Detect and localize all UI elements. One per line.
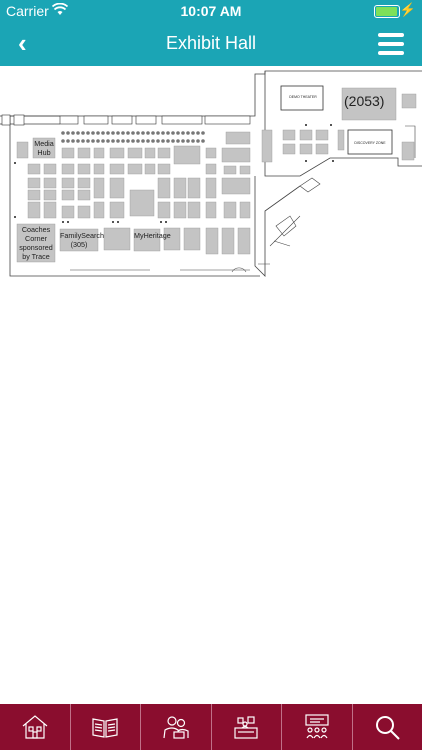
tab-search[interactable] [353,704,422,750]
coaches-corner-label[interactable]: Coaches Corner sponsored by Trace [17,225,55,261]
hamburger-menu-icon[interactable] [378,33,404,55]
exhibit-hall-map[interactable]: DEMO THEATER (2053) DISCOVERY ZONE Media… [0,66,422,286]
exhibit-booth-icon [234,716,258,739]
nav-bar: ‹ Exhibit Hall [0,22,422,66]
tab-sessions[interactable] [282,704,353,750]
status-bar: Carrier 10:07 AM ⚡ [0,0,422,22]
tab-program[interactable] [71,704,141,750]
discovery-zone-label: DISCOVERY ZONE [354,141,386,145]
search-icon [376,716,400,740]
speakers-icon [163,716,189,739]
house-icon [22,715,48,739]
tab-bar [0,704,422,750]
media-hub-label[interactable]: Media Hub [33,139,55,157]
demo-theater-label: DEMO THEATER [289,95,317,99]
tab-home[interactable] [0,704,71,750]
tab-exhibitors[interactable] [212,704,282,750]
clock: 10:07 AM [180,3,242,19]
familysearch-label[interactable]: FamilySearch (305) [60,231,104,249]
meeting-icon [305,714,329,739]
charging-icon: ⚡ [399,2,416,17]
page-title: Exhibit Hall [165,33,257,53]
tab-speakers[interactable] [141,704,212,750]
booth-2053-label[interactable]: (2053) [344,93,384,109]
myheritage-label[interactable]: MyHeritage [134,231,171,240]
battery-icon [374,5,400,18]
book-icon [92,718,118,738]
